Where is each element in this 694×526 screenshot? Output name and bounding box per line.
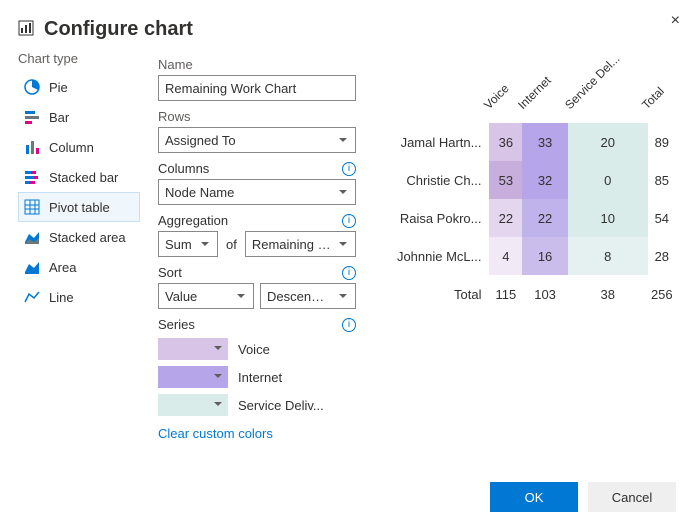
pivot-table: VoiceInternetService Del...TotalJamal Ha… (386, 85, 676, 313)
aggregation-label: Aggregation i (158, 213, 356, 228)
chart-type-heading: Chart type (18, 51, 140, 66)
sort-dir-select[interactable]: Descending (260, 283, 356, 309)
bar-chart-icon (23, 108, 41, 126)
series-list: Voice Internet Service Deliv... (158, 338, 356, 416)
pivot-cell: 20 (568, 123, 648, 161)
dialog-buttons: OK Cancel (490, 482, 676, 512)
info-icon[interactable]: i (342, 318, 356, 332)
pivot-col-header: Total (648, 85, 676, 123)
pivot-cell: 38 (568, 275, 648, 313)
stackedbar-chart-icon (23, 168, 41, 186)
pivot-cell: 0 (568, 161, 648, 199)
pivot-cell: 32 (522, 161, 568, 199)
pivot-cell: 36 (489, 123, 522, 161)
dialog-header: Configure chart (0, 0, 694, 49)
chart-type-panel: Chart type Pie Bar Column Stacked bar Pivot … (18, 49, 140, 441)
pivot-row-header: Jamal Hartn... (386, 123, 489, 161)
series-row: Service Deliv... (158, 394, 356, 416)
chart-type-label: Column (49, 140, 94, 155)
name-label: Name (158, 57, 356, 72)
pivot-row-header: Christie Ch... (386, 161, 489, 199)
clear-custom-colors-link[interactable]: Clear custom colors (158, 426, 356, 441)
chart-type-pie[interactable]: Pie (18, 72, 140, 102)
area-chart-icon (23, 258, 41, 276)
pivot-cell: 22 (489, 199, 522, 237)
rows-select[interactable]: Assigned To (158, 127, 356, 153)
pivot-chart-icon (23, 198, 41, 216)
pivot-cell: 115 (489, 275, 522, 313)
pie-chart-icon (23, 78, 41, 96)
pivot-col-header: Internet (522, 85, 568, 123)
pivot-cell: 103 (522, 275, 568, 313)
sort-label: Sort i (158, 265, 356, 280)
chart-preview: VoiceInternetService Del...TotalJamal Ha… (356, 49, 676, 441)
chart-type-label: Stacked area (49, 230, 126, 245)
pivot-cell: 10 (568, 199, 648, 237)
chart-type-label: Stacked bar (49, 170, 118, 185)
chart-type-list: Pie Bar Column Stacked bar Pivot table Stacke… (18, 72, 140, 312)
aggregation-field-select[interactable]: Remaining Work (245, 231, 356, 257)
pivot-cell: 54 (648, 199, 676, 237)
stackedarea-chart-icon (23, 228, 41, 246)
series-color-swatch[interactable] (158, 366, 228, 388)
pivot-row-header: Raisa Pokro... (386, 199, 489, 237)
pivot-col-header: Service Del... (568, 85, 648, 123)
chart-type-label: Bar (49, 110, 69, 125)
chart-type-label: Pie (49, 80, 68, 95)
pivot-row-header: Johnnie McL... (386, 237, 489, 275)
pivot-cell: 22 (522, 199, 568, 237)
pivot-cell: 53 (489, 161, 522, 199)
columns-select[interactable]: Node Name (158, 179, 356, 205)
chart-type-label: Pivot table (49, 200, 110, 215)
sort-by-select[interactable]: Value (158, 283, 254, 309)
chart-config-icon (18, 20, 34, 39)
ok-button[interactable]: OK (490, 482, 578, 512)
pivot-row-header: Total (386, 275, 489, 313)
chart-type-area[interactable]: Area (18, 252, 140, 282)
column-chart-icon (23, 138, 41, 156)
series-color-swatch[interactable] (158, 394, 228, 416)
chart-type-column[interactable]: Column (18, 132, 140, 162)
series-row: Voice (158, 338, 356, 360)
info-icon[interactable]: i (342, 162, 356, 176)
info-icon[interactable]: i (342, 266, 356, 280)
aggregation-of-label: of (224, 237, 239, 252)
series-label: Service Deliv... (238, 398, 324, 413)
chart-type-stackedarea[interactable]: Stacked area (18, 222, 140, 252)
pivot-cell: 4 (489, 237, 522, 275)
pivot-cell: 33 (522, 123, 568, 161)
chart-type-pivot[interactable]: Pivot table (18, 192, 140, 222)
pivot-cell: 85 (648, 161, 676, 199)
chart-type-stackedbar[interactable]: Stacked bar (18, 162, 140, 192)
dialog-title: Configure chart (44, 18, 193, 41)
columns-label: Columns i (158, 161, 356, 176)
pivot-cell: 8 (568, 237, 648, 275)
name-input[interactable]: Remaining Work Chart (158, 75, 356, 101)
chart-type-bar[interactable]: Bar (18, 102, 140, 132)
chart-type-label: Area (49, 260, 76, 275)
cancel-button[interactable]: Cancel (588, 482, 676, 512)
info-icon[interactable]: i (342, 214, 356, 228)
pivot-cell: 256 (648, 275, 676, 313)
close-button[interactable]: × (667, 8, 684, 34)
line-chart-icon (23, 288, 41, 306)
config-form: Name Remaining Work Chart Rows Assigned … (140, 49, 356, 441)
series-label: Voice (238, 342, 270, 357)
aggregation-func-select[interactable]: Sum (158, 231, 218, 257)
chart-type-label: Line (49, 290, 74, 305)
series-row: Internet (158, 366, 356, 388)
pivot-cell: 16 (522, 237, 568, 275)
series-label: Series i (158, 317, 356, 332)
pivot-cell: 89 (648, 123, 676, 161)
pivot-cell: 28 (648, 237, 676, 275)
rows-label: Rows (158, 109, 356, 124)
series-label: Internet (238, 370, 282, 385)
chart-type-line[interactable]: Line (18, 282, 140, 312)
series-color-swatch[interactable] (158, 338, 228, 360)
